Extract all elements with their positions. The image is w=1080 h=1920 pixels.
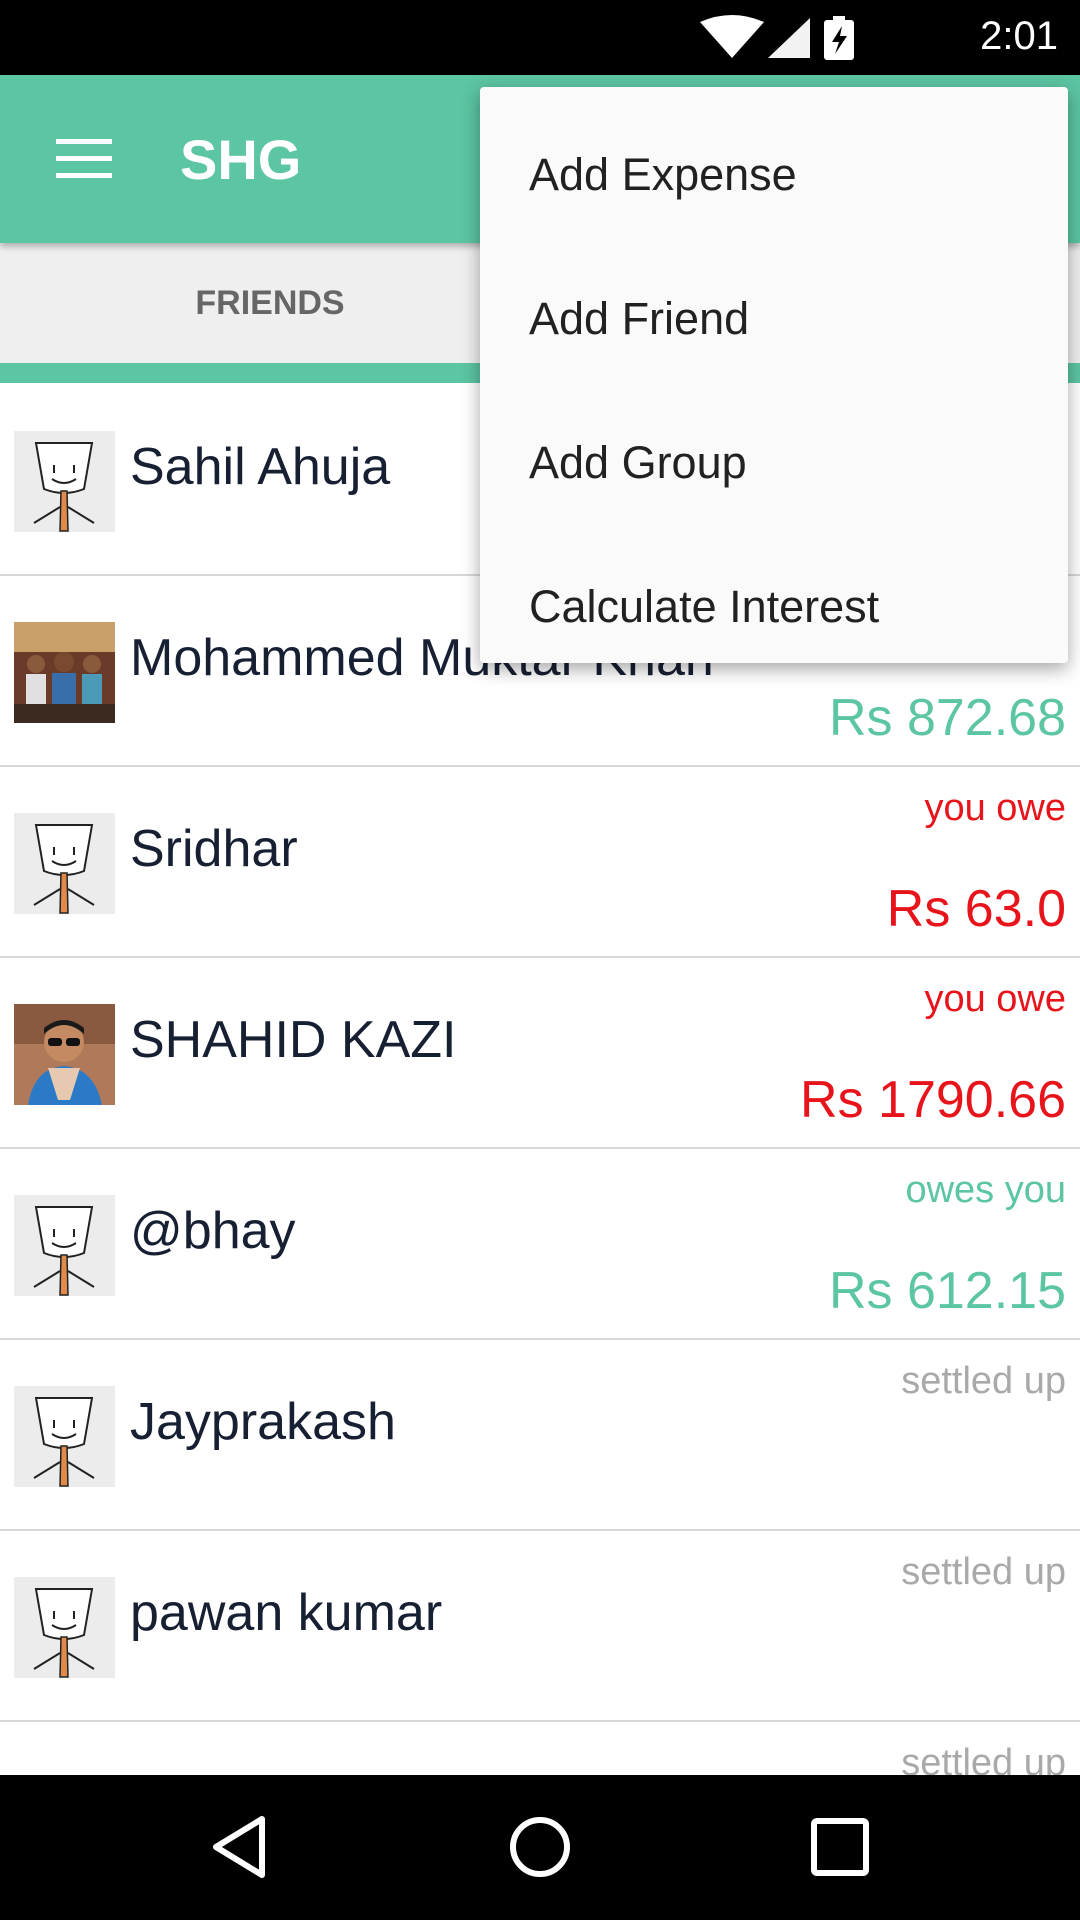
person-photo-avatar	[14, 1004, 115, 1105]
friend-name: Sridhar	[130, 820, 298, 878]
balance-status: you owe	[924, 787, 1066, 829]
default-avatar-icon	[14, 431, 115, 532]
balance-amount: Rs 1790.66	[800, 1071, 1066, 1129]
friend-name: SHAHID KAZI	[130, 1011, 457, 1069]
wifi-icon	[700, 15, 764, 58]
recents-icon[interactable]	[804, 1811, 876, 1883]
cellular-signal-icon	[768, 18, 810, 58]
balance-amount: Rs 612.15	[828, 1262, 1066, 1320]
menu-item-add-expense[interactable]: Add Expense	[480, 103, 1068, 247]
status-time: 2:01	[980, 14, 1058, 58]
status-bar: 2:01	[0, 0, 1080, 75]
friend-row[interactable]: Jayprakash settled up	[0, 1340, 1080, 1531]
status-icons	[700, 15, 854, 60]
group-photo-avatar	[14, 622, 115, 723]
default-avatar-icon	[14, 1577, 115, 1678]
overflow-popup-menu: Add Expense Add Friend Add Group Calcula…	[480, 87, 1068, 663]
balance-amount: Rs 872.68	[828, 689, 1066, 747]
balance-status: owes you	[905, 1169, 1066, 1211]
navigation-bar	[0, 1775, 1080, 1920]
friend-name: @bhay	[130, 1202, 296, 1260]
menu-item-calculate-interest[interactable]: Calculate Interest	[480, 535, 1068, 679]
menu-item-add-friend[interactable]: Add Friend	[480, 247, 1068, 391]
friend-row[interactable]: @bhay owes you Rs 612.15	[0, 1149, 1080, 1340]
friend-name: pawan kumar	[130, 1584, 443, 1642]
balance-status: settled up	[901, 1360, 1066, 1402]
friend-row[interactable]: Sridhar you owe Rs 63.0	[0, 767, 1080, 958]
avatar	[14, 813, 115, 914]
battery-charging-icon	[824, 16, 854, 60]
tab-friends[interactable]: FRIENDS	[0, 243, 540, 363]
default-avatar-icon	[14, 813, 115, 914]
avatar	[14, 431, 115, 532]
balance-status: you owe	[924, 978, 1066, 1020]
default-avatar-icon	[14, 1195, 115, 1296]
default-avatar-icon	[14, 1386, 115, 1487]
avatar	[14, 1386, 115, 1487]
home-icon[interactable]	[504, 1811, 576, 1883]
avatar	[14, 622, 115, 723]
hamburger-menu-icon[interactable]	[54, 137, 114, 181]
friend-name: Sahil Ahuja	[130, 438, 391, 496]
friend-row[interactable]: pawan kumar settled up	[0, 1531, 1080, 1722]
balance-amount: Rs 63.0	[886, 880, 1066, 938]
back-icon[interactable]	[204, 1811, 276, 1883]
app-title: SHG	[180, 128, 302, 191]
friend-name: Jayprakash	[130, 1393, 396, 1451]
avatar	[14, 1195, 115, 1296]
avatar	[14, 1004, 115, 1105]
balance-status: settled up	[901, 1551, 1066, 1593]
friend-row[interactable]: SHAHID KAZI you owe Rs 1790.66	[0, 958, 1080, 1149]
menu-item-add-group[interactable]: Add Group	[480, 391, 1068, 535]
avatar	[14, 1577, 115, 1678]
